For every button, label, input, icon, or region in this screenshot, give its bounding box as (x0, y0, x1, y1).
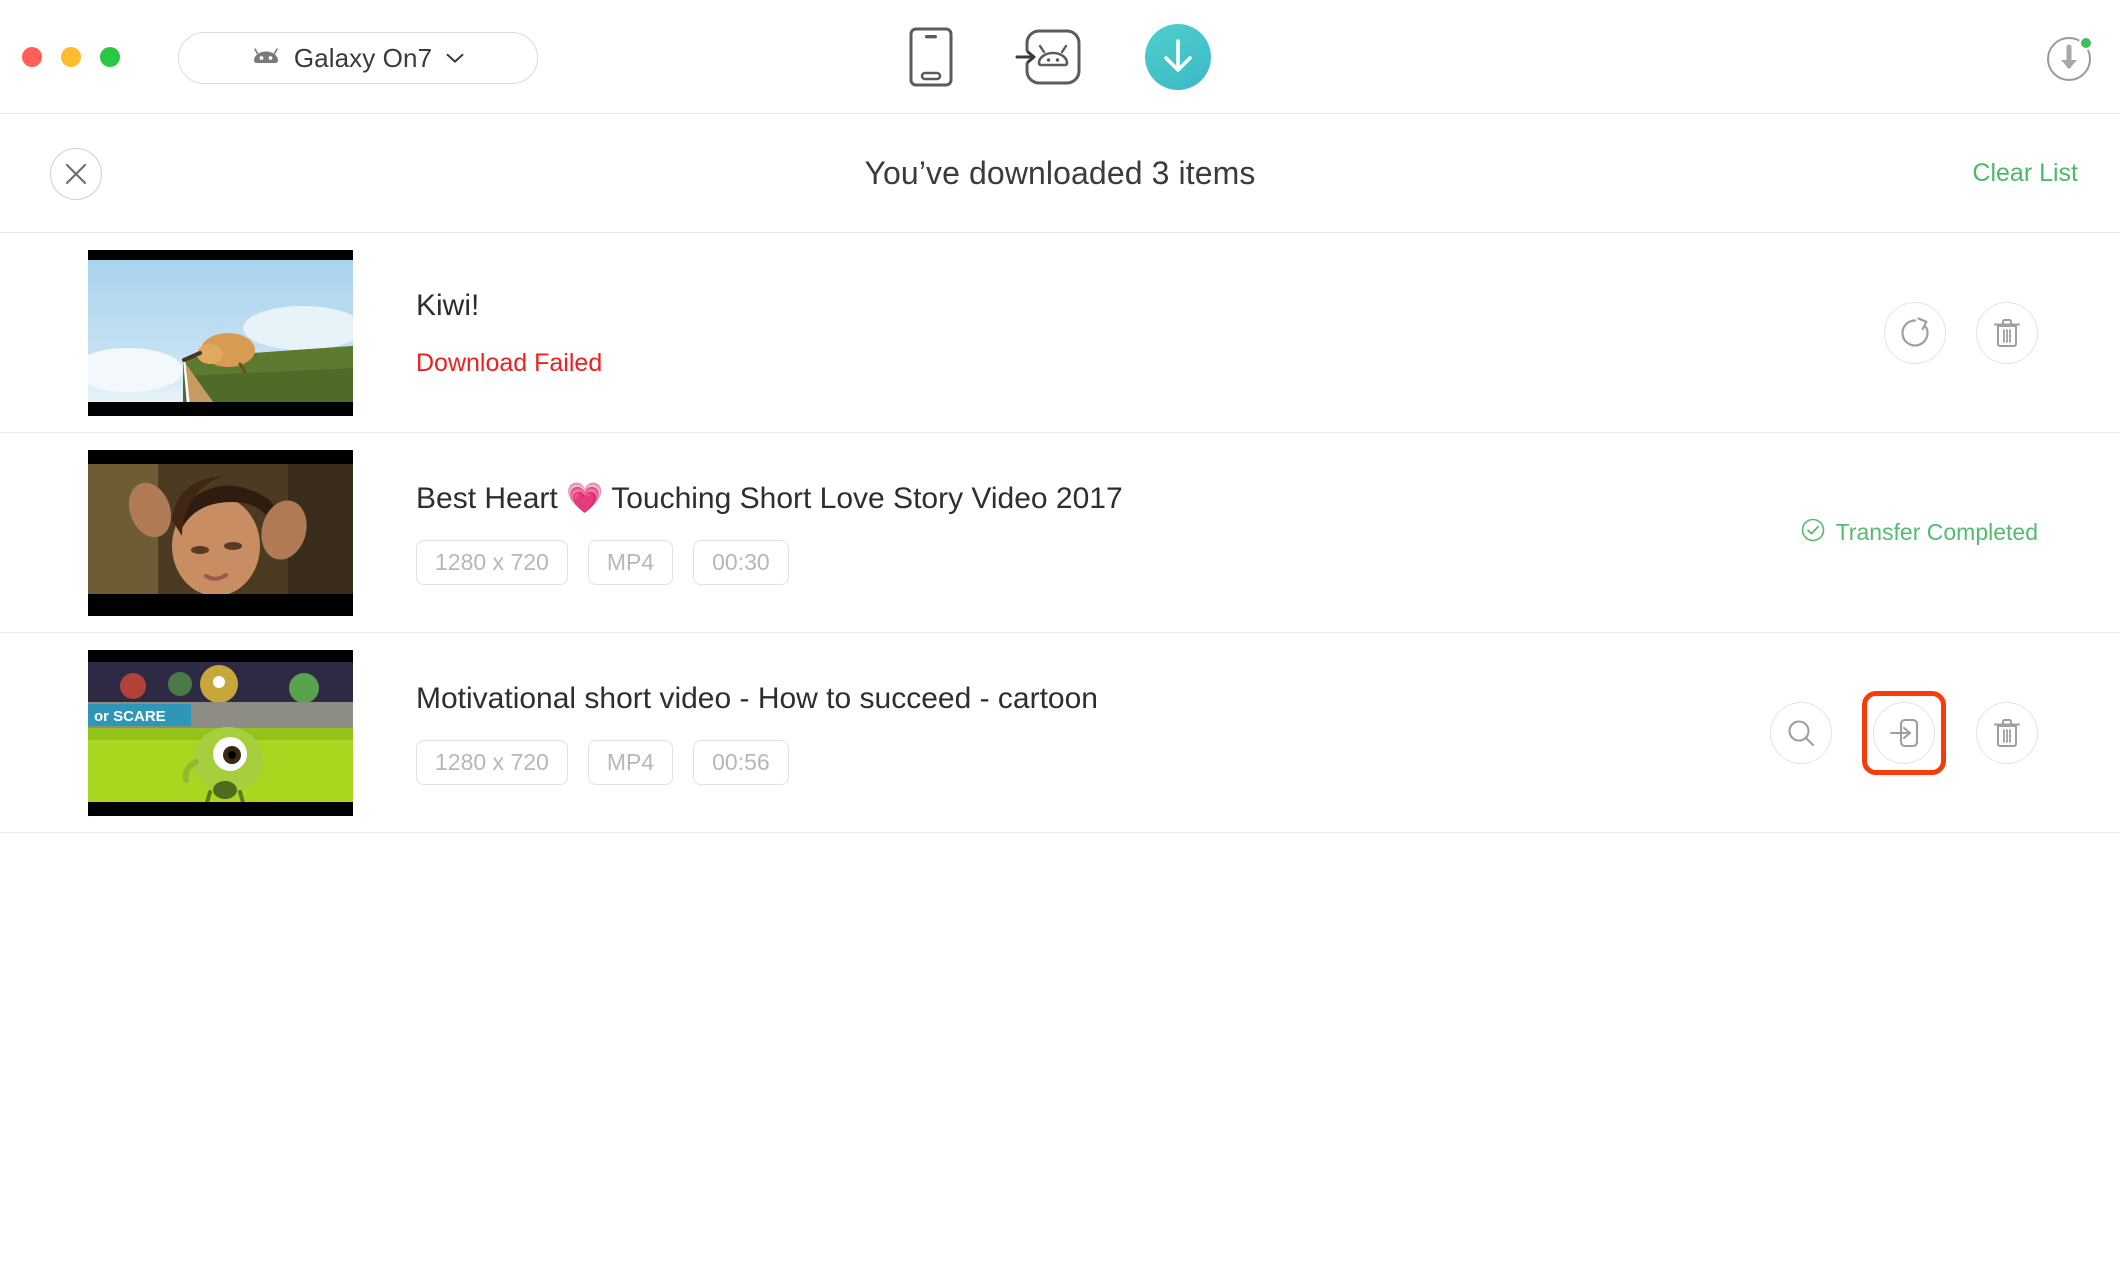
status-badge: Transfer Completed (1801, 518, 2038, 548)
status-badge: Download Failed (416, 348, 603, 377)
chip-duration: 00:30 (693, 539, 789, 585)
device-name-label: Galaxy On7 (293, 42, 433, 73)
chip-resolution: 1280 x 720 (416, 739, 568, 785)
transfer-to-device-highlight (1862, 690, 1946, 775)
chip-format: MP4 (587, 539, 674, 585)
android-head-icon (252, 47, 280, 69)
svg-text:or SCARE: or SCARE (94, 708, 166, 725)
retry-icon[interactable] (1884, 301, 1946, 364)
chip-format: MP4 (587, 739, 674, 785)
trash-icon[interactable] (1976, 701, 2038, 764)
row-content: Kiwi! Download Failed (416, 287, 1884, 378)
window-traffic-lights (22, 47, 120, 67)
phone-device-icon[interactable] (909, 27, 953, 87)
status-label: Transfer Completed (1835, 519, 2038, 545)
check-circle-icon (1801, 518, 1825, 548)
clear-list-button[interactable]: Clear List (1972, 114, 2078, 233)
item-title: Best Heart 💗 Touching Short Love Story V… (416, 482, 1123, 516)
table-row[interactable]: Kiwi! Download Failed (0, 233, 2120, 433)
transfer-to-android-icon[interactable] (1015, 27, 1083, 87)
item-title: Kiwi! (416, 289, 480, 323)
download-arrow-icon[interactable] (1145, 24, 1211, 90)
window-close-button[interactable] (22, 47, 42, 67)
row-content: Best Heart 💗 Touching Short Love Story V… (416, 480, 1801, 585)
transfer-to-device-icon[interactable] (1873, 701, 1935, 764)
woman-portrait-thumbnail (88, 449, 353, 616)
chevron-down-icon (446, 53, 464, 64)
search-icon[interactable] (1770, 701, 1832, 764)
table-row[interactable]: Best Heart 💗 Touching Short Love Story V… (0, 433, 2120, 633)
item-meta-chips: 1280 x 720 MP4 00:30 (416, 539, 1801, 585)
row-actions (1770, 690, 2038, 775)
chip-resolution: 1280 x 720 (416, 539, 568, 585)
table-row[interactable]: or SCARE Motivational short video - How … (0, 633, 2120, 833)
item-meta-chips: 1280 x 720 MP4 00:56 (416, 739, 1770, 785)
window-maximize-button[interactable] (100, 47, 120, 67)
device-selector[interactable]: Galaxy On7 (178, 32, 538, 84)
row-actions (1884, 301, 2038, 364)
monsters-university-thumbnail: or SCARE (88, 649, 353, 816)
download-circle-icon[interactable] (2046, 36, 2093, 82)
page-title: You’ve downloaded 3 items (864, 155, 1256, 191)
chip-duration: 00:56 (693, 739, 789, 785)
item-title: Motivational short video - How to succee… (416, 682, 1098, 716)
title-bar: Galaxy On7 (0, 0, 2120, 114)
downloads-subheader: You’ve downloaded 3 items Clear List (0, 114, 2120, 233)
row-content: Motivational short video - How to succee… (416, 680, 1770, 785)
trash-icon[interactable] (1976, 301, 2038, 364)
kiwi-bird-cliff-thumbnail (88, 249, 353, 416)
window-minimize-button[interactable] (61, 47, 81, 67)
downloads-list: Kiwi! Download Failed Best Heart 💗 Touch… (0, 233, 2120, 833)
download-badge-dot (2079, 36, 2093, 50)
